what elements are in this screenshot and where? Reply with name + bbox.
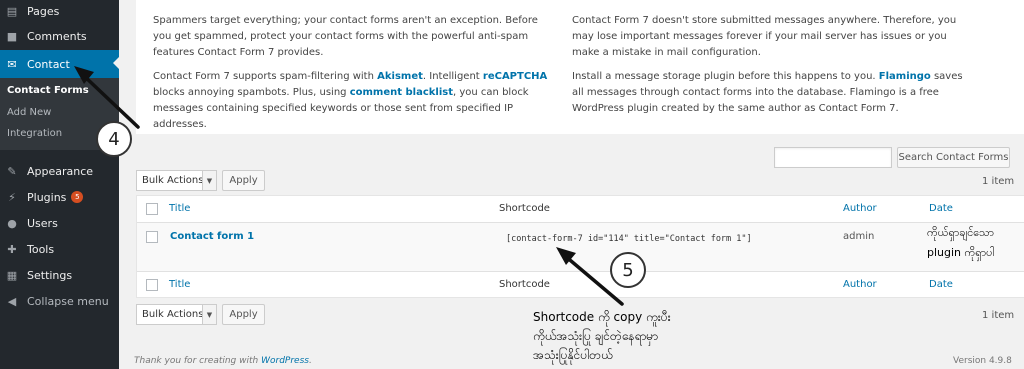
wordpress-link[interactable]: WordPress (261, 356, 309, 366)
column-shortcode-bottom: Shortcode (499, 279, 550, 290)
plugins-icon: ⚡ (8, 190, 16, 204)
tools-icon: ✚ (7, 242, 17, 256)
bulk-actions-select-top[interactable]: Bulk Actions ▼ (136, 170, 217, 191)
column-author[interactable]: Author (843, 203, 877, 214)
menu-item-settings[interactable]: ▦ Settings (0, 262, 119, 288)
footer-version: Version 4.9.8 (953, 356, 1012, 366)
column-author-bottom[interactable]: Author (843, 279, 877, 290)
comments-icon: ■ (6, 29, 18, 43)
search-input[interactable] (774, 147, 892, 168)
menu-label-collapse: Collapse menu (27, 294, 109, 308)
menu-label-pages: Pages (27, 4, 60, 18)
recaptcha-link[interactable]: reCAPTCHA (483, 71, 547, 82)
contact-forms-table: Title Shortcode Author Date Contact form… (136, 195, 1024, 298)
step-4-marker: 4 (96, 121, 132, 157)
apply-button-bottom[interactable]: Apply (222, 304, 265, 325)
comment-blacklist-link[interactable]: comment blacklist (350, 87, 453, 98)
column-shortcode: Shortcode (499, 203, 550, 214)
footer-thanks: Thank you for creating with WordPress. (134, 356, 312, 366)
menu-label-comments: Comments (27, 29, 87, 43)
table-footer: Title Shortcode Author Date (137, 271, 1024, 298)
submenu-contact-forms[interactable]: Contact Forms (7, 85, 89, 96)
bulk-actions-select-bottom[interactable]: Bulk Actions ▼ (136, 304, 217, 325)
welcome-panel: Spammers target everything; your contact… (136, 0, 1024, 134)
antispam-details: Contact Form 7 supports spam-filtering w… (153, 71, 548, 130)
menu-label-settings: Settings (27, 268, 73, 282)
pages-icon: ▤ (6, 4, 18, 18)
menu-item-contact[interactable]: ✉ Contact (0, 50, 119, 78)
antispam-intro: Spammers target everything; your contact… (153, 15, 538, 58)
row-checkbox[interactable] (146, 231, 158, 243)
table-row: Contact form 1 [contact-form-7 id="114" … (137, 223, 1024, 271)
column-title[interactable]: Title (169, 203, 190, 214)
column-title-bottom[interactable]: Title (169, 279, 190, 290)
form-title-link[interactable]: Contact form 1 (170, 231, 254, 242)
menu-label-users: Users (27, 216, 58, 230)
item-count-bottom: 1 item (982, 310, 1015, 321)
select-all-checkbox-bottom[interactable] (146, 279, 158, 291)
shortcode-value[interactable]: [contact-form-7 id="114" title="Contact … (506, 234, 752, 244)
storage-details: Install a message storage plugin before … (572, 71, 963, 114)
settings-icon: ▦ (6, 268, 18, 282)
submenu-integration[interactable]: Integration (7, 128, 62, 139)
menu-label-contact: Contact (27, 57, 70, 71)
plugins-update-badge: 5 (71, 191, 84, 203)
submenu-add-new[interactable]: Add New (7, 107, 51, 118)
storage-intro: Contact Form 7 doesn't store submitted m… (572, 15, 957, 58)
menu-item-pages[interactable]: ▤ Pages (0, 0, 119, 24)
menu-item-comments[interactable]: ■ Comments (0, 23, 119, 49)
collapse-icon: ◀ (7, 294, 17, 308)
storage-column: Contact Form 7 doesn't store submitted m… (572, 13, 977, 125)
menu-label-tools: Tools (27, 242, 55, 256)
appearance-icon: ✎ (7, 164, 17, 178)
chevron-down-icon: ▼ (202, 171, 216, 190)
menu-item-users[interactable]: ● Users (0, 210, 119, 236)
users-icon: ● (7, 216, 17, 230)
search-button[interactable]: Search Contact Forms (897, 147, 1010, 168)
shortcode-instruction: Shortcode ကို copy ကူးပီး ကိုယ်အသုံးပြု … (533, 310, 671, 362)
mail-icon: ✉ (7, 57, 17, 71)
select-all-checkbox[interactable] (146, 203, 158, 215)
menu-item-tools[interactable]: ✚ Tools (0, 236, 119, 262)
column-date[interactable]: Date (929, 203, 953, 214)
apply-button-top[interactable]: Apply (222, 170, 265, 191)
step-5-marker: 5 (610, 252, 646, 288)
antispam-column: Spammers target everything; your contact… (153, 13, 558, 141)
menu-item-plugins[interactable]: ⚡ Plugins 5 (0, 184, 119, 210)
bulk-actions-value: Bulk Actions (142, 175, 204, 186)
menu-item-appearance[interactable]: ✎ Appearance (0, 158, 119, 184)
table-header: Title Shortcode Author Date (137, 196, 1024, 223)
menu-label-plugins: Plugins (27, 190, 67, 204)
chevron-down-icon: ▼ (202, 305, 216, 324)
date-annotation: ကိုယ်ရှာချင်သော plugin ကိုရှာပါ (927, 226, 995, 259)
item-count-top: 1 item (982, 176, 1015, 187)
author-value: admin (843, 231, 875, 242)
akismet-link[interactable]: Akismet (377, 71, 423, 82)
column-date-bottom[interactable]: Date (929, 279, 953, 290)
admin-sidebar: ▤ Pages ■ Comments ✉ Contact Contact For… (0, 0, 119, 369)
flamingo-link[interactable]: Flamingo (879, 71, 931, 82)
menu-label-appearance: Appearance (27, 164, 94, 178)
menu-item-collapse[interactable]: ◀ Collapse menu (0, 288, 119, 314)
bulk-actions-value-bottom: Bulk Actions (142, 309, 204, 320)
